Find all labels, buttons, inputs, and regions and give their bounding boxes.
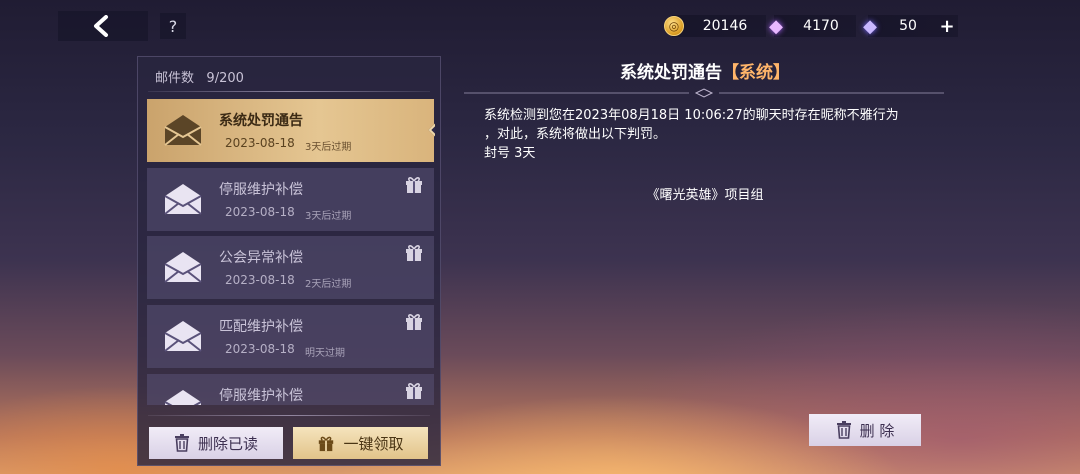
mail-expire: 3天后过期 [305,211,352,222]
coin-icon: ◎ [664,16,684,36]
mail-item[interactable]: 匹配维护补偿 2023-08-18 明天过期 [147,305,434,368]
crystal-value: 50 [899,18,917,34]
mail-detail-body: 系统检测到您在2023年08月18日 10:06:27的聊天时存在昵称不雅行为 … [484,106,934,163]
mail-date: 2023-08-18 [225,342,295,356]
mail-list[interactable]: 系统处罚通告 2023-08-18 3天后过期 停服维护补偿 2023-08-1… [147,99,435,405]
mail-date: 2023-08-18 [225,205,295,219]
currency-crystal: ◆ 50 + [863,15,958,37]
currency-gem: ◆ 4170 [769,15,856,37]
mail-title: 匹配维护补偿 [219,319,303,335]
gift-icon [319,436,334,452]
envelope-icon [164,252,202,283]
mail-item[interactable]: 系统处罚通告 2023-08-18 3天后过期 [147,99,435,162]
mail-title: 系统处罚通告 [219,113,303,129]
mail-date: 2023-08-18 [225,136,295,150]
mail-item[interactable]: 停服维护补偿 2023-08-18 3天后过期 [147,168,434,231]
mail-date: 2023-08-18 [225,273,295,287]
mail-expire: 2天后过期 [305,279,352,290]
selected-indicator [428,121,435,139]
mail-list-panel: 邮件数 9/200 系统处罚通告 2023-08-18 3天后过期 停服维护补偿 [137,56,441,466]
gift-icon [406,177,422,193]
gem-value: 4170 [803,18,839,34]
mail-list-top-divider [148,91,430,92]
mail-item[interactable]: 停服维护补偿 [147,374,434,405]
detail-tag: 【系统】 [722,63,790,83]
title-divider [464,88,944,98]
claim-all-label: 一键领取 [343,434,404,453]
gift-icon [406,314,422,330]
help-button[interactable]: ? [160,13,186,39]
trash-icon [174,434,189,452]
delete-read-button[interactable]: 删除已读 [149,427,283,459]
delete-label: 删 除 [859,421,895,440]
crystal-icon: ◆ [863,15,877,37]
body-line: 系统检测到您在2023年08月18日 10:06:27的聊天时存在昵称不雅行为 [484,108,899,123]
delete-button[interactable]: 删 除 [809,414,921,446]
mail-count-label: 邮件数 [155,71,195,86]
envelope-icon [164,390,202,405]
gold-value: 20146 [702,18,748,34]
gift-icon [406,383,422,399]
claim-all-button[interactable]: 一键领取 [293,427,428,459]
envelope-icon [164,184,202,215]
mail-count: 邮件数 9/200 [155,67,244,86]
mail-list-bottom-divider [148,415,430,416]
mail-detail-title: 系统处罚通告【系统】 [470,58,940,83]
mail-title: 停服维护补偿 [219,182,303,198]
mail-title: 公会异常补偿 [219,250,303,266]
gem-icon: ◆ [769,15,783,37]
mail-expire: 明天过期 [305,348,345,359]
mail-count-value: 9/200 [206,71,244,86]
back-button[interactable] [86,11,116,41]
envelope-icon [164,321,202,352]
body-line: 封号 3天 [484,146,536,161]
delete-read-label: 删除已读 [197,434,258,453]
mail-signature: 《曙光英雄》项目组 [646,188,764,203]
currency-gold: ◎ 20146 [664,15,766,37]
body-line: ，对此，系统将做出以下判罚。 [484,127,667,142]
trash-icon [836,421,851,439]
mail-expire: 3天后过期 [305,142,352,153]
gift-icon [406,245,422,261]
envelope-open-icon [164,115,202,146]
mail-title: 停服维护补偿 [219,388,303,404]
add-crystal-button[interactable]: + [936,16,958,37]
chevron-left-icon [94,15,108,37]
mail-item[interactable]: 公会异常补偿 2023-08-18 2天后过期 [147,236,434,299]
detail-title-text: 系统处罚通告 [620,63,722,83]
